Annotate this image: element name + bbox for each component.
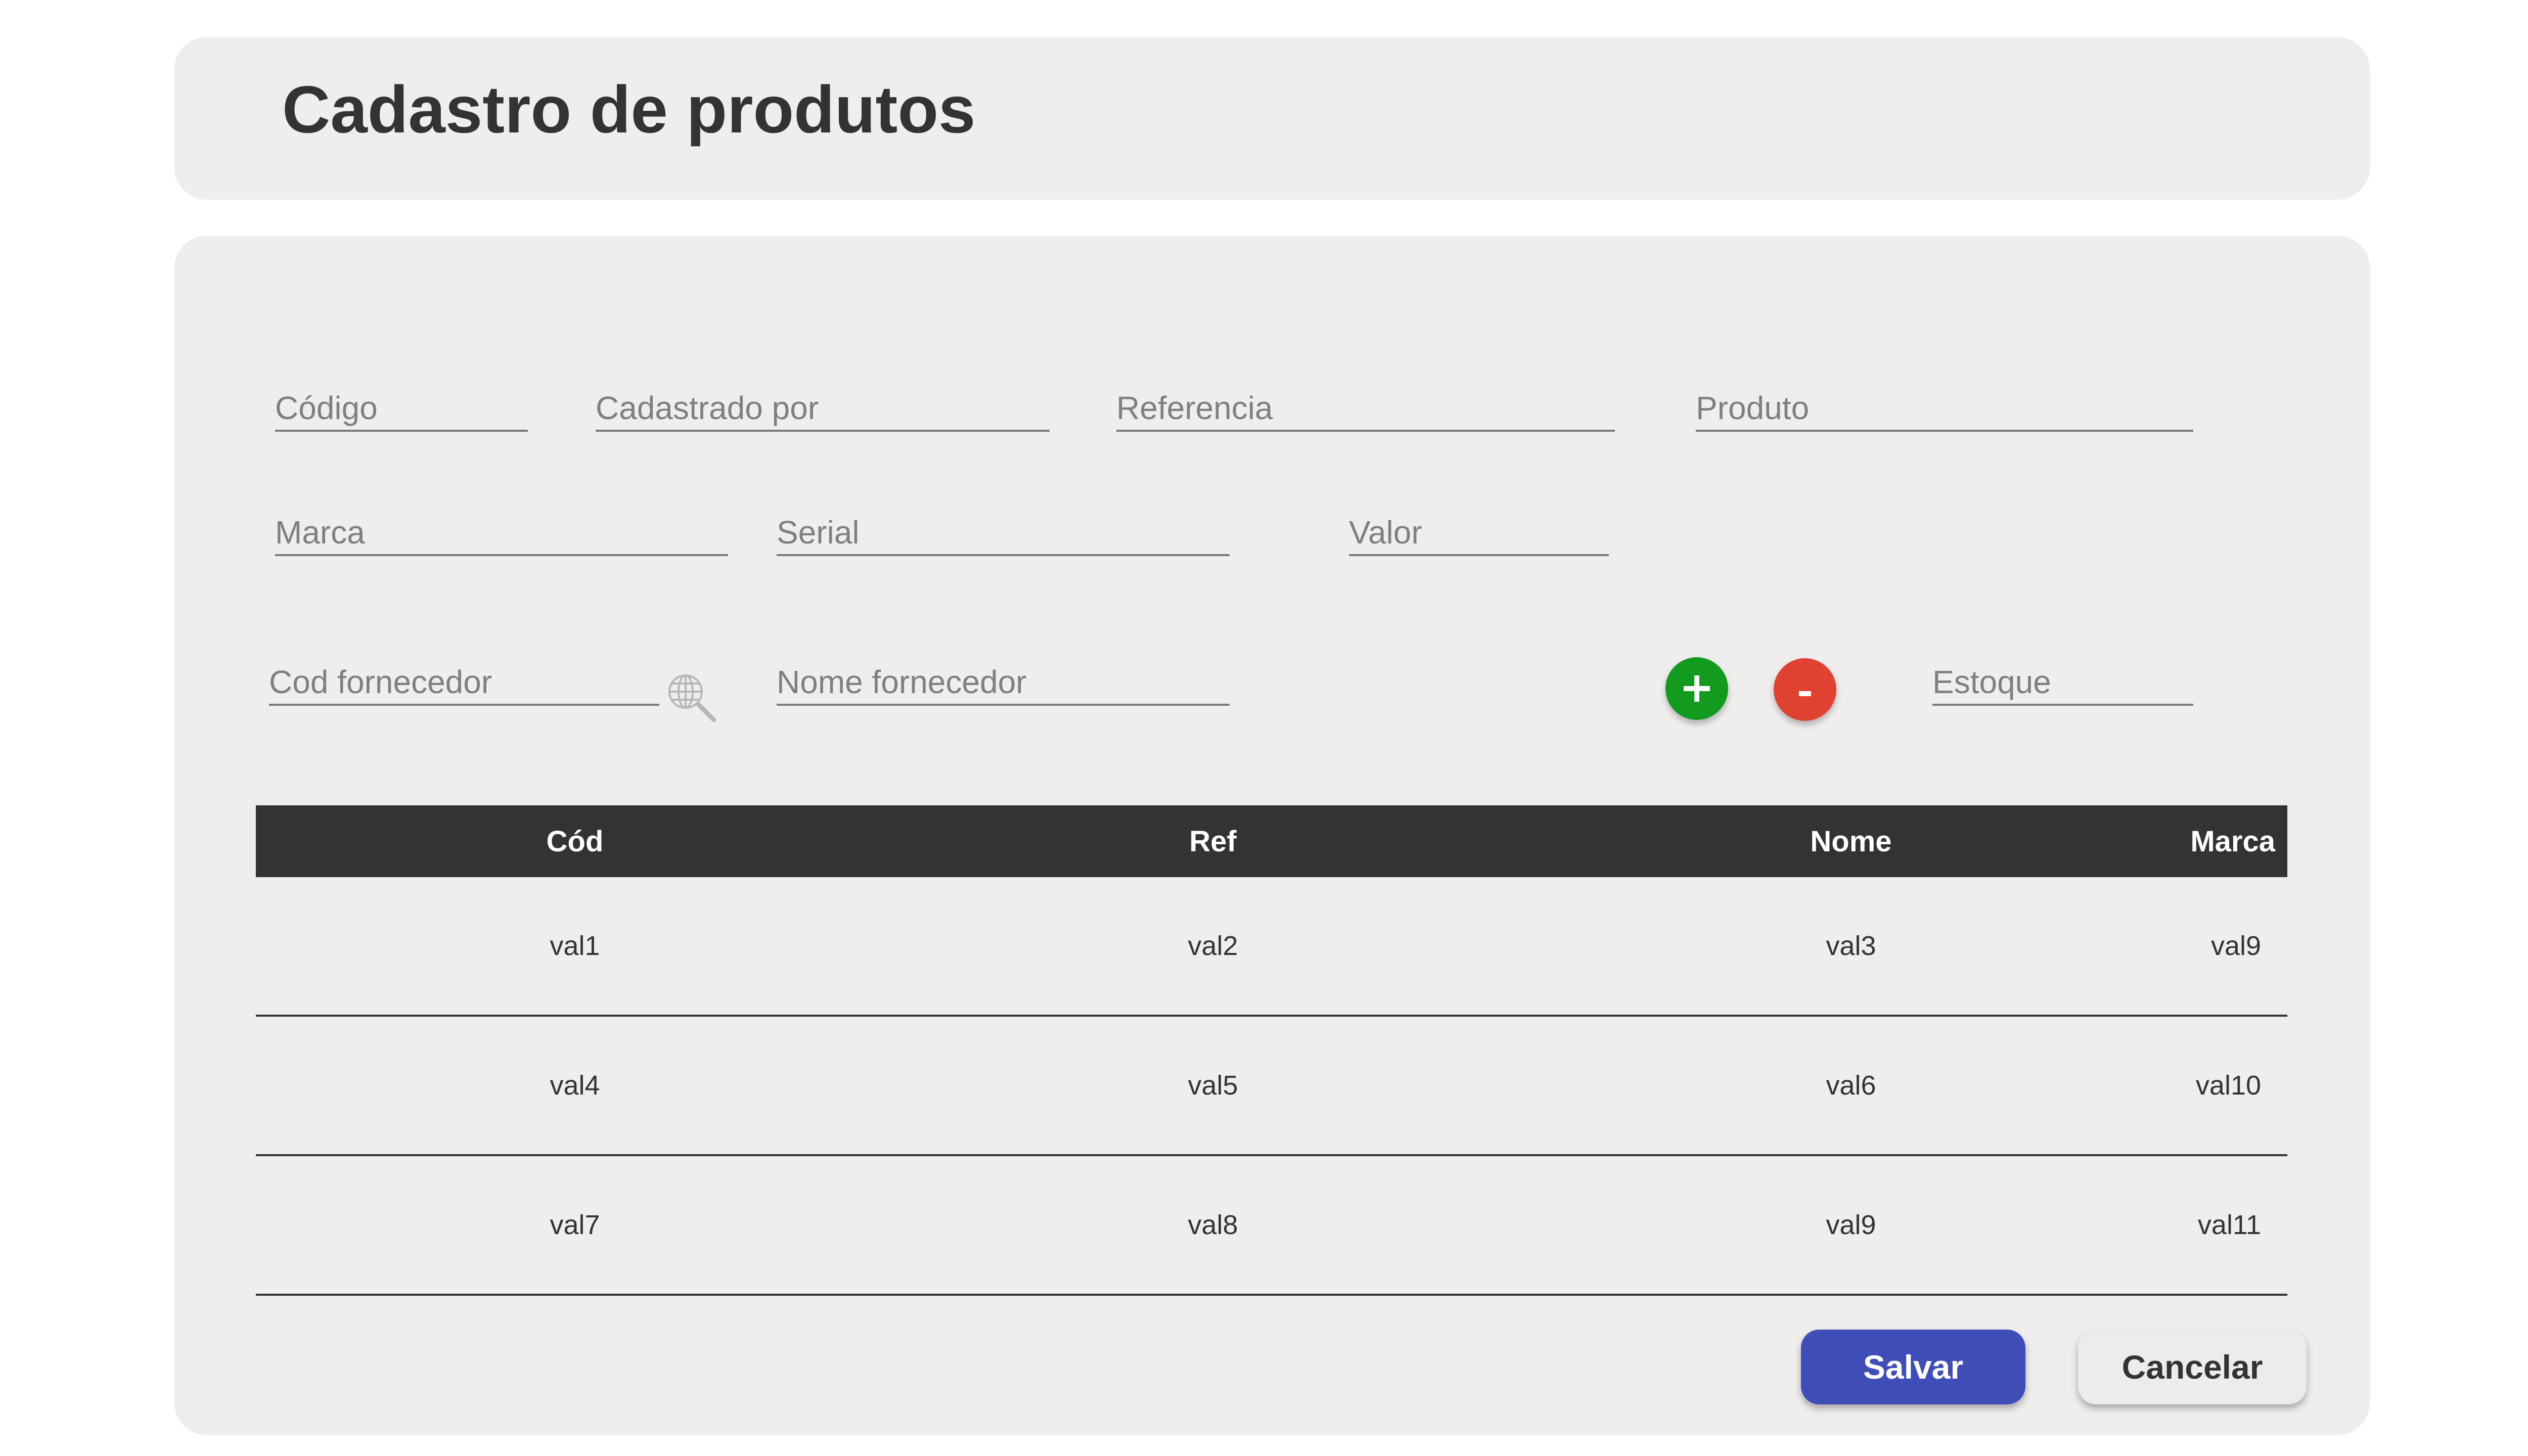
table-cell: val11 — [2170, 1155, 2287, 1296]
search-globe-icon[interactable] — [663, 669, 719, 725]
product-form-card: Cód Ref Nome Marca val1 val2 val3 val9 v… — [174, 236, 2370, 1435]
codigo-input[interactable] — [275, 386, 528, 430]
add-stock-button[interactable] — [1665, 657, 1728, 720]
table-cell: val7 — [256, 1155, 894, 1296]
cadastrado-por-field — [596, 386, 1050, 432]
estoque-input[interactable] — [1932, 660, 2193, 704]
marca-input[interactable] — [275, 511, 728, 554]
column-header-ref[interactable]: Ref — [894, 805, 1532, 877]
table-cell: val4 — [256, 1016, 894, 1156]
table-row[interactable]: val4 val5 val6 val10 — [256, 1016, 2287, 1156]
serial-field — [777, 511, 1230, 556]
table-row[interactable]: val1 val2 val3 val9 — [256, 877, 2287, 1017]
valor-input[interactable] — [1349, 511, 1609, 554]
column-header-marca[interactable]: Marca — [2170, 805, 2287, 877]
serial-input[interactable] — [777, 511, 1230, 554]
produto-field — [1696, 386, 2193, 432]
cod-fornecedor-input[interactable] — [269, 660, 659, 704]
valor-field — [1349, 511, 1609, 556]
remove-stock-button[interactable] — [1774, 658, 1836, 721]
referencia-input[interactable] — [1116, 386, 1615, 430]
header-card: Cadastro de produtos — [174, 37, 2370, 200]
plus-icon — [1684, 675, 1710, 702]
estoque-field — [1932, 660, 2193, 706]
cancel-button[interactable]: Cancelar — [2078, 1330, 2307, 1404]
marca-field — [275, 511, 728, 556]
table-cell: val8 — [894, 1155, 1532, 1296]
cadastrado-por-input[interactable] — [596, 386, 1050, 430]
table-cell: val6 — [1532, 1016, 2170, 1156]
table-cell: val2 — [894, 877, 1532, 1017]
cod-fornecedor-field — [269, 660, 659, 706]
page-title: Cadastro de produtos — [282, 72, 976, 147]
table-cell: val10 — [2170, 1016, 2287, 1156]
produto-input[interactable] — [1696, 386, 2193, 430]
nome-fornecedor-input[interactable] — [777, 660, 1230, 704]
table-cell: val1 — [256, 877, 894, 1017]
table-cell: val9 — [1532, 1155, 2170, 1296]
column-header-cod[interactable]: Cód — [256, 805, 894, 877]
table-header-row: Cód Ref Nome Marca — [256, 805, 2287, 877]
minus-icon — [1799, 691, 1811, 696]
table-cell: val3 — [1532, 877, 2170, 1017]
referencia-field — [1116, 386, 1615, 432]
table-cell: val5 — [894, 1016, 1532, 1156]
table-cell: val9 — [2170, 877, 2287, 1017]
products-table: Cód Ref Nome Marca val1 val2 val3 val9 v… — [256, 805, 2287, 1296]
nome-fornecedor-field — [777, 660, 1230, 706]
codigo-field — [275, 386, 528, 432]
save-button[interactable]: Salvar — [1801, 1330, 2025, 1404]
table-row[interactable]: val7 val8 val9 val11 — [256, 1155, 2287, 1296]
column-header-nome[interactable]: Nome — [1532, 805, 2170, 877]
